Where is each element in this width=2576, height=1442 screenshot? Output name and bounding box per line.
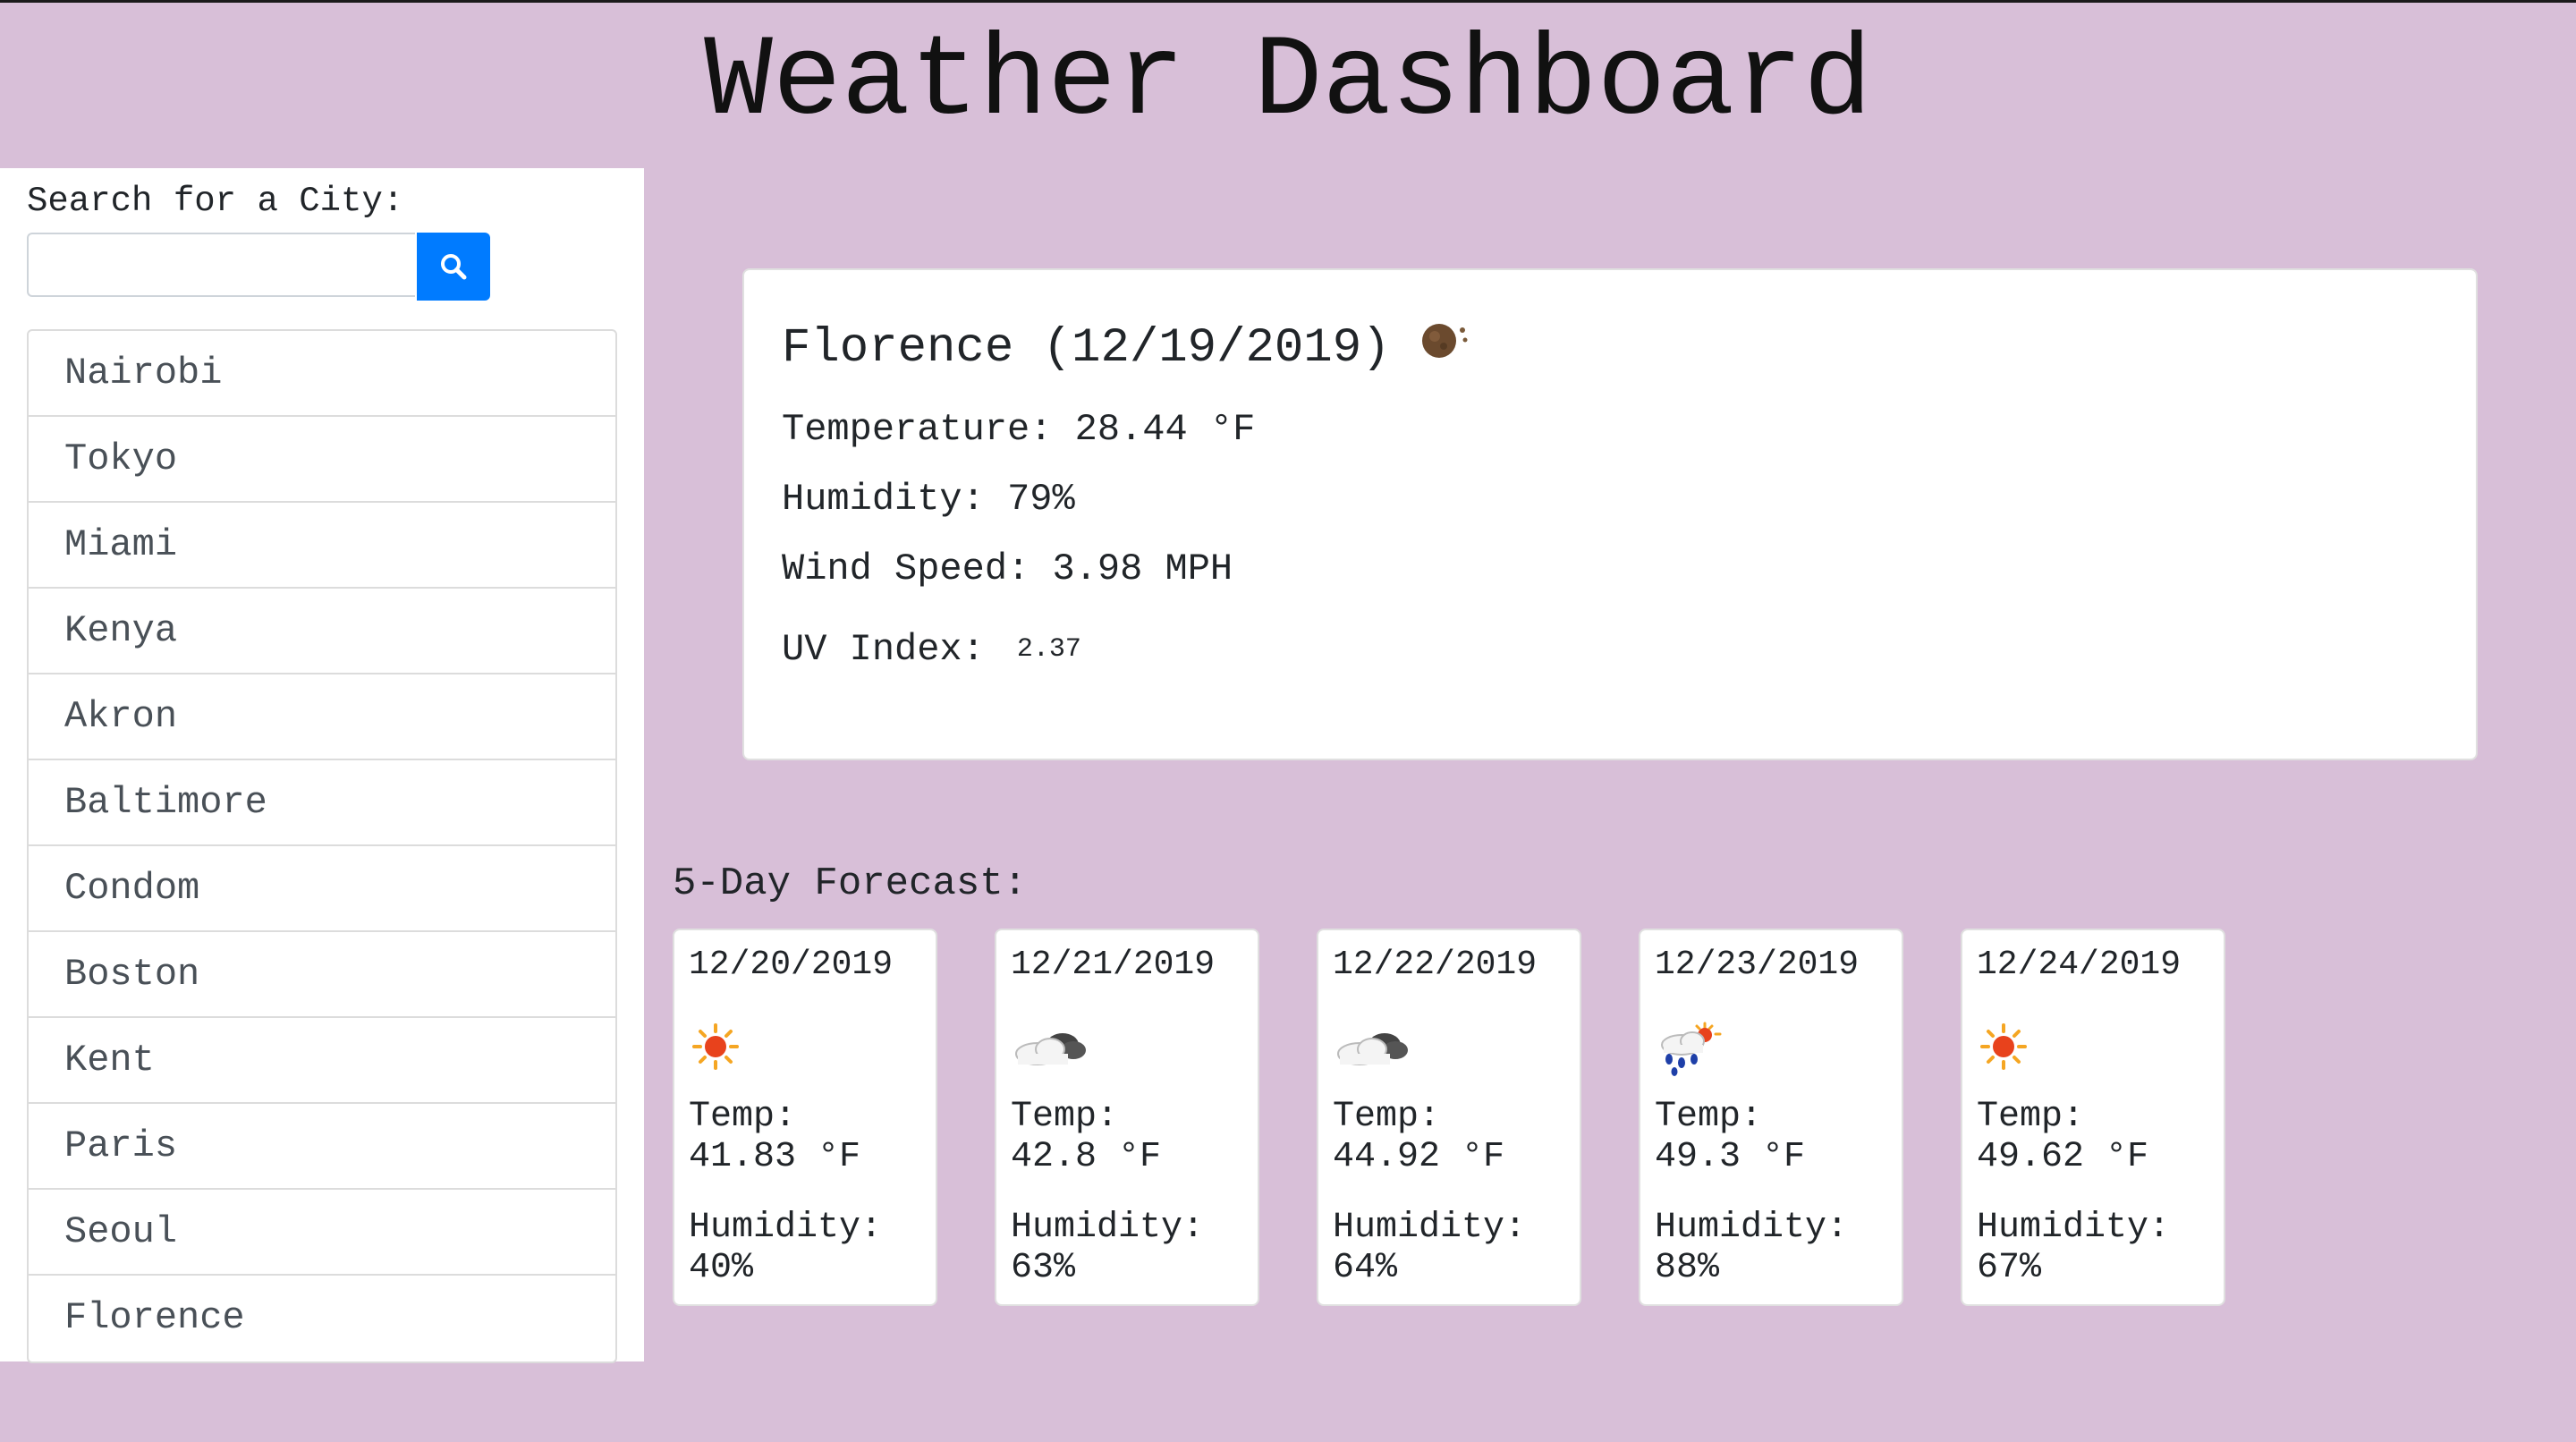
- forecast-temp-label: Temp:: [689, 1097, 797, 1137]
- current-weather-card: Florence (12/19/2019) Temperature: 28.44…: [742, 268, 2478, 760]
- current-city: Florence: [782, 321, 1014, 376]
- forecast-humidity: 40%: [689, 1248, 754, 1288]
- rain-sun-icon: [1655, 1020, 1726, 1082]
- forecast-title: 5-Day Forecast:: [673, 861, 1028, 906]
- moon-icon: [1418, 317, 1471, 381]
- city-history-list: Nairobi Tokyo Miami Kenya Akron Baltimor…: [27, 329, 617, 1363]
- city-item-florence[interactable]: Florence: [29, 1276, 615, 1361]
- top-border: [0, 0, 2576, 3]
- city-item-akron[interactable]: Akron: [29, 674, 615, 760]
- humidity-label: Humidity:: [782, 478, 985, 521]
- forecast-humidity-label: Humidity:: [1011, 1208, 1205, 1248]
- temperature-label: Temperature:: [782, 408, 1053, 451]
- forecast-temp: 49.62 °F: [1977, 1137, 2149, 1177]
- sun-icon: [689, 1020, 742, 1078]
- forecast-date: 12/21/2019: [1011, 946, 1216, 984]
- city-item-boston[interactable]: Boston: [29, 932, 615, 1018]
- forecast-card: 12/20/2019 Temp: 41.83 °F Humidity: 40%: [673, 929, 937, 1306]
- current-humidity: Humidity: 79%: [782, 474, 1075, 524]
- city-item-paris[interactable]: Paris: [29, 1104, 615, 1190]
- forecast-date: 12/23/2019: [1655, 946, 1860, 984]
- uv-value: 2.37: [1016, 634, 1081, 665]
- current-wind: Wind Speed: 3.98 MPH: [782, 544, 1233, 594]
- current-heading: Florence (12/19/2019): [782, 317, 1471, 381]
- current-uv: UV Index: 2.37: [782, 624, 1081, 674]
- forecast-humidity: 63%: [1011, 1248, 1076, 1288]
- city-item-tokyo[interactable]: Tokyo: [29, 417, 615, 503]
- temperature-value: 28.44 °F: [1074, 408, 1256, 451]
- page-title: Weather Dashboard: [704, 18, 1872, 148]
- city-item-seoul[interactable]: Seoul: [29, 1190, 615, 1276]
- forecast-temp: 41.83 °F: [689, 1137, 861, 1177]
- forecast-humidity-label: Humidity:: [1655, 1208, 1849, 1248]
- city-item-miami[interactable]: Miami: [29, 503, 615, 589]
- forecast-date: 12/20/2019: [689, 946, 894, 984]
- forecast-temp: 42.8 °F: [1011, 1137, 1162, 1177]
- sun-icon: [1977, 1020, 2030, 1078]
- city-item-baltimore[interactable]: Baltimore: [29, 760, 615, 846]
- wind-label: Wind Speed:: [782, 547, 1030, 590]
- forecast-temp-label: Temp:: [1655, 1097, 1763, 1137]
- forecast-humidity-label: Humidity:: [689, 1208, 883, 1248]
- forecast-date: 12/22/2019: [1333, 946, 1538, 984]
- forecast-card: 12/24/2019 Temp: 49.62 °F Humidity: 67%: [1961, 929, 2225, 1306]
- forecast-temp-label: Temp:: [1977, 1097, 2085, 1137]
- wind-value: 3.98 MPH: [1052, 547, 1233, 590]
- forecast-temp: 49.3 °F: [1655, 1137, 1806, 1177]
- search-button[interactable]: [417, 233, 490, 301]
- cloudy-icon: [1011, 1020, 1091, 1078]
- humidity-value: 79%: [1007, 478, 1075, 521]
- forecast-humidity: 67%: [1977, 1248, 2042, 1288]
- current-temperature: Temperature: 28.44 °F: [782, 404, 1255, 454]
- uv-label: UV Index:: [782, 628, 985, 672]
- city-search-input[interactable]: [27, 233, 415, 297]
- sidebar: Search for a City: Nairobi Tokyo Miami K…: [0, 168, 644, 1363]
- forecast-card: 12/21/2019 Temp: 42.8 °F Humidity: 63%: [995, 929, 1259, 1306]
- search-label: Search for a City:: [27, 182, 404, 221]
- forecast-card: 12/22/2019 Temp: 44.92 °F Humidity: 64%: [1317, 929, 1581, 1306]
- city-item-kenya[interactable]: Kenya: [29, 589, 615, 674]
- forecast-temp-label: Temp:: [1011, 1097, 1119, 1137]
- forecast-card: 12/23/2019 Temp: 49.3 °F Humidity: 88%: [1639, 929, 1903, 1306]
- forecast-humidity-label: Humidity:: [1977, 1208, 2171, 1248]
- forecast-date: 12/24/2019: [1977, 946, 2182, 984]
- cloudy-icon: [1333, 1020, 1413, 1078]
- city-item-kent[interactable]: Kent: [29, 1018, 615, 1104]
- forecast-temp: 44.92 °F: [1333, 1137, 1505, 1177]
- forecast-humidity: 64%: [1333, 1248, 1398, 1288]
- city-item-condom[interactable]: Condom: [29, 846, 615, 932]
- forecast-temp-label: Temp:: [1333, 1097, 1441, 1137]
- city-item-nairobi[interactable]: Nairobi: [29, 331, 615, 417]
- current-date: (12/19/2019): [1042, 321, 1391, 376]
- forecast-humidity: 88%: [1655, 1248, 1720, 1288]
- search-icon: [441, 254, 467, 280]
- forecast-humidity-label: Humidity:: [1333, 1208, 1527, 1248]
